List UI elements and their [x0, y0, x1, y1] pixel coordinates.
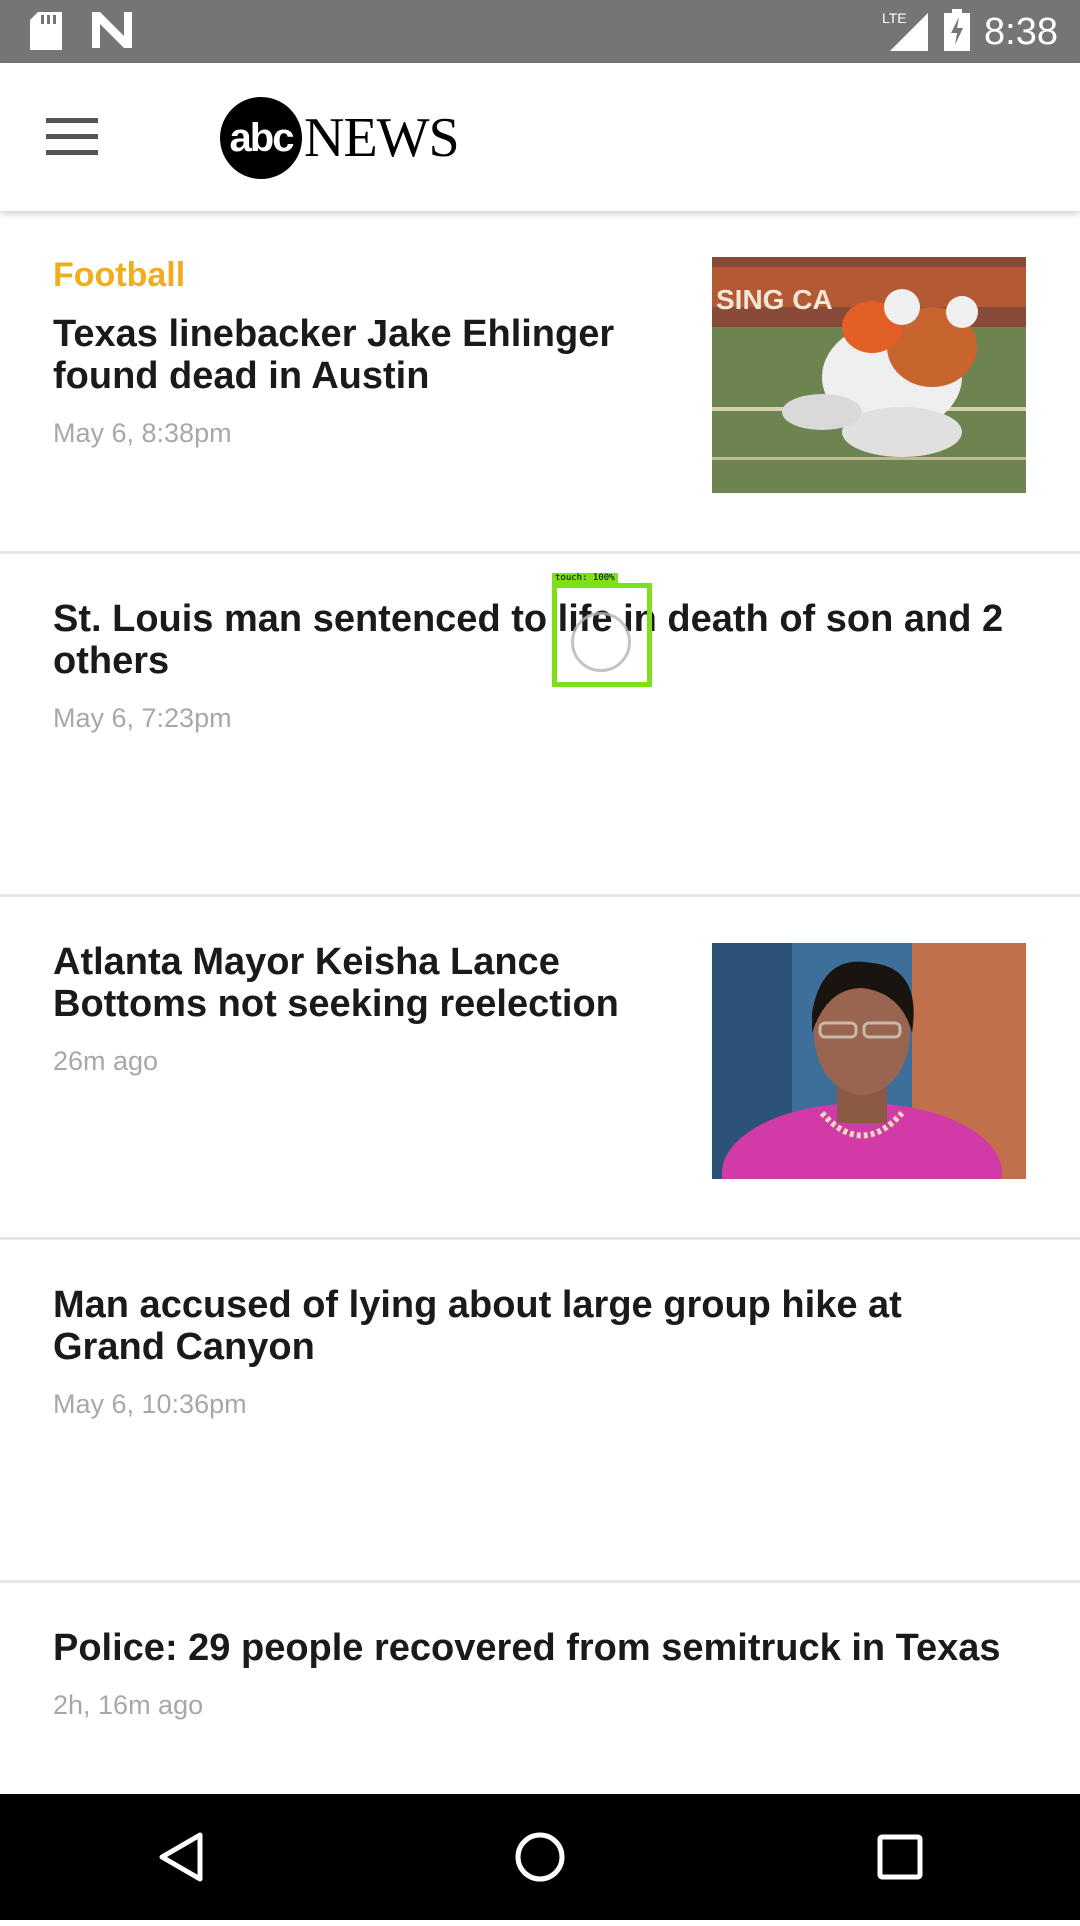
- story-headline[interactable]: Man accused of lying about large group h…: [53, 1284, 1013, 1368]
- sd-card-icon: [30, 12, 62, 55]
- back-icon[interactable]: [135, 1812, 225, 1902]
- system-nav-bar: [0, 1794, 1080, 1920]
- story-time: 2h, 16m ago: [53, 1690, 204, 1720]
- touch-indicator-ring: [571, 612, 631, 672]
- status-time: 8:38: [984, 11, 1058, 53]
- abc-news-logo[interactable]: abc NEWS: [220, 96, 460, 180]
- story-card[interactable]: Football Texas linebacker Jake Ehlinger …: [0, 211, 1080, 554]
- home-icon[interactable]: [495, 1812, 585, 1902]
- n-icon: [92, 12, 132, 55]
- news-feed: Football Texas linebacker Jake Ehlinger …: [0, 211, 1080, 1926]
- hamburger-menu-icon[interactable]: [40, 107, 104, 167]
- story-thumbnail[interactable]: SING CA: [712, 257, 1026, 493]
- story-time: 26m ago: [53, 1046, 159, 1076]
- app-header: abc NEWS: [0, 63, 1080, 211]
- svg-text:SING CA: SING CA: [716, 284, 833, 315]
- signal-icon: LTE: [882, 9, 930, 56]
- story-card[interactable]: St. Louis man sentenced to life in death…: [0, 554, 1080, 897]
- status-bar: LTE 8:38: [0, 0, 1080, 63]
- logo-word: NEWS: [304, 107, 460, 169]
- story-card[interactable]: Atlanta Mayor Keisha Lance Bottoms not s…: [0, 897, 1080, 1240]
- story-category: Football: [53, 256, 186, 294]
- story-card[interactable]: Man accused of lying about large group h…: [0, 1240, 1080, 1583]
- story-headline[interactable]: Atlanta Mayor Keisha Lance Bottoms not s…: [53, 941, 653, 1025]
- story-time: May 6, 8:38pm: [53, 418, 232, 448]
- touch-indicator-label: touch: 100%: [552, 573, 618, 583]
- story-time: May 6, 7:23pm: [53, 703, 232, 733]
- network-label: LTE: [882, 10, 907, 26]
- story-headline[interactable]: Texas linebacker Jake Ehlinger found dea…: [53, 313, 653, 397]
- recents-icon[interactable]: [855, 1812, 945, 1902]
- logo-circle: abc: [220, 97, 302, 179]
- story-headline[interactable]: St. Louis man sentenced to life in death…: [53, 598, 1013, 682]
- battery-charging-icon: [944, 8, 971, 56]
- story-time: May 6, 10:36pm: [53, 1389, 247, 1419]
- story-thumbnail[interactable]: [712, 943, 1026, 1179]
- story-headline[interactable]: Police: 29 people recovered from semitru…: [53, 1627, 1013, 1669]
